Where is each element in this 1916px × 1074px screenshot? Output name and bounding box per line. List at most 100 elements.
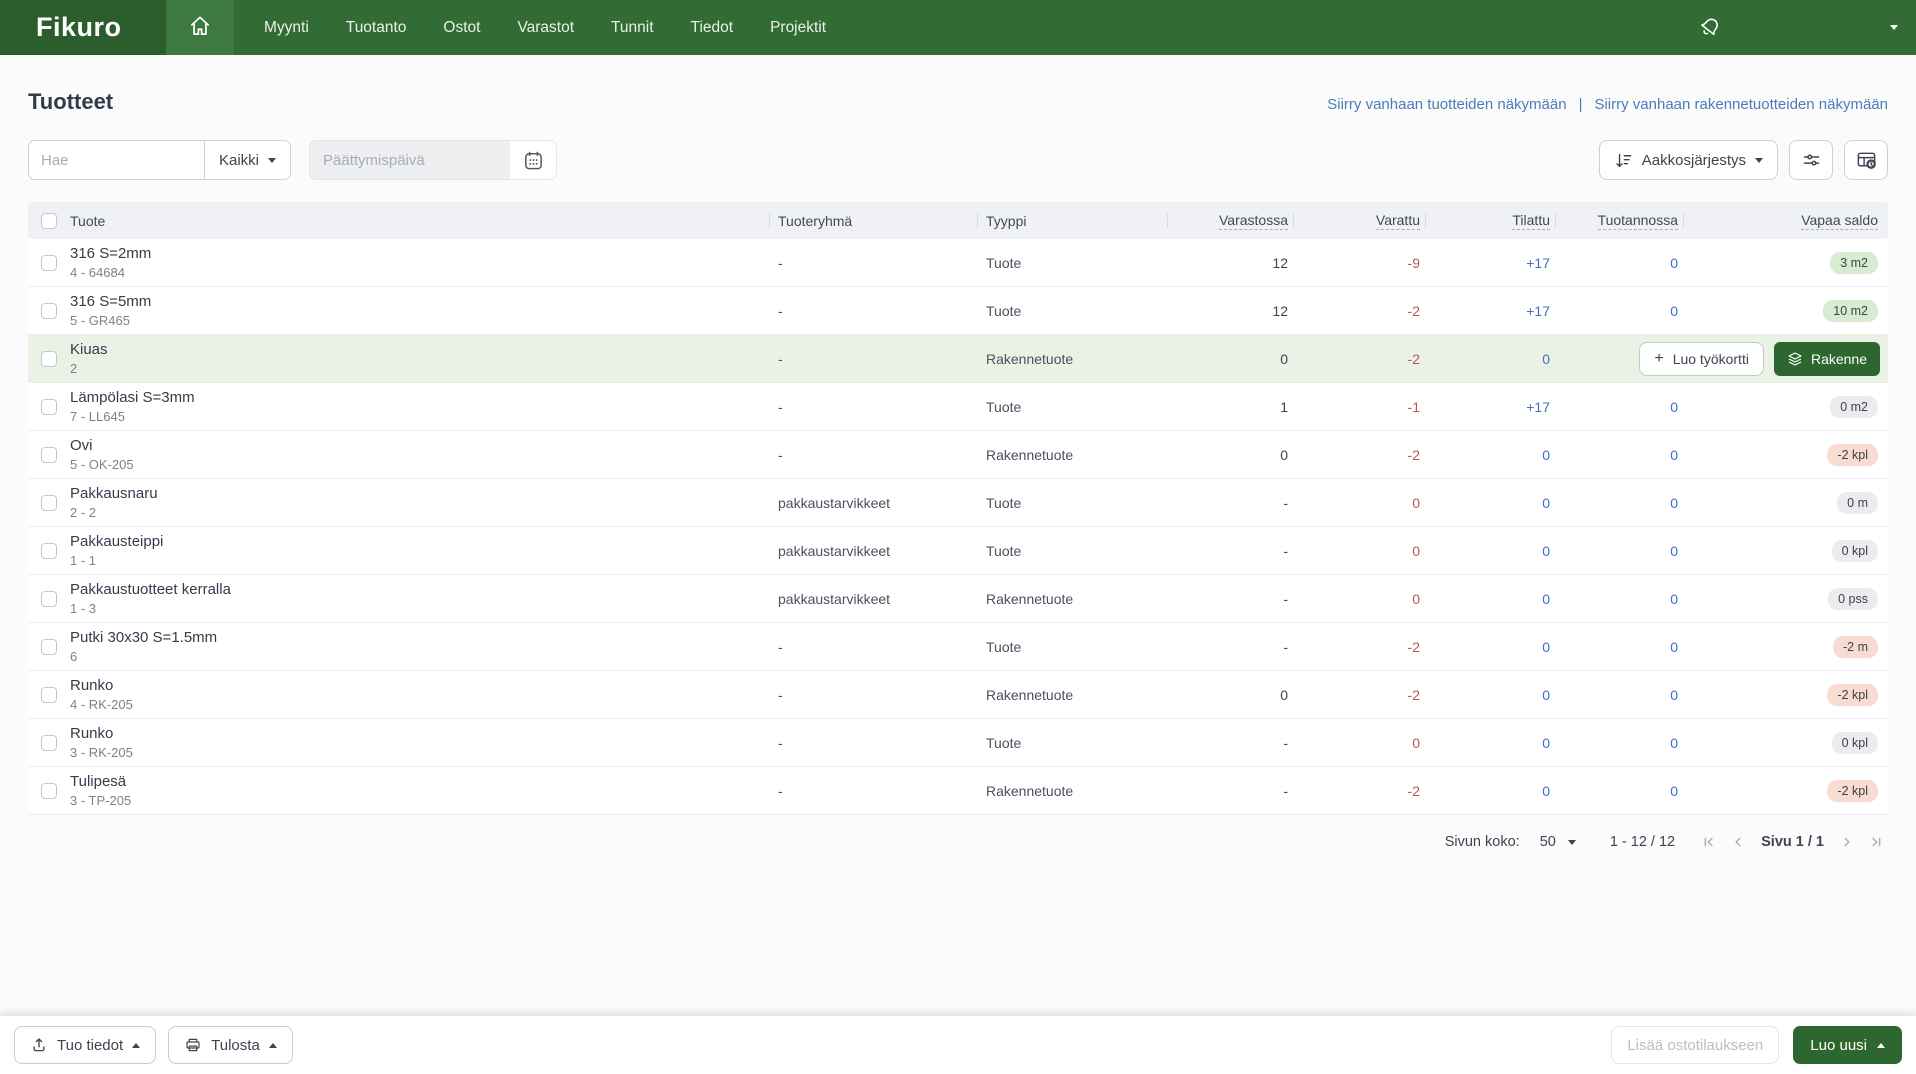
page-size-select[interactable]: 50: [1540, 834, 1576, 850]
product-type: Rakennetuote: [986, 686, 1074, 703]
table-row[interactable]: Pakkausnaru 2 - 2 pakkaustarvikkeet Tuot…: [28, 479, 1888, 527]
in-stock-value: -: [1283, 590, 1288, 607]
link-separator: |: [1578, 96, 1583, 113]
product-name[interactable]: Pakkaustuotteet kerralla: [70, 581, 770, 598]
product-name[interactable]: Kiuas: [70, 341, 770, 358]
sort-dropdown-button[interactable]: Aakkosjärjestys: [1598, 140, 1778, 180]
logo[interactable]: Fikuro: [0, 0, 166, 55]
row-checkbox[interactable]: [41, 638, 57, 655]
free-balance-badge: 0 m2: [1830, 395, 1878, 418]
column-header-ordered[interactable]: Tilattu: [1426, 202, 1556, 239]
table-row[interactable]: Tulipesä 3 - TP-205 - Rakennetuote - -2 …: [28, 767, 1888, 815]
table-row[interactable]: Putki 30x30 S=1.5mm 6 - Tuote - -2 0 0 -…: [28, 623, 1888, 671]
column-header-reserved[interactable]: Varattu: [1294, 202, 1426, 239]
search-input[interactable]: [28, 140, 204, 180]
column-header-group: Tuoteryhmä: [770, 202, 978, 239]
ordered-value: 0: [1542, 350, 1550, 367]
ordered-value: +17: [1526, 398, 1550, 415]
nav-item-varastot[interactable]: Varastot: [517, 19, 574, 37]
product-group: -: [778, 350, 783, 367]
filter-settings-button[interactable]: [1789, 140, 1833, 180]
product-name[interactable]: 316 S=2mm: [70, 245, 770, 262]
nav-item-ostot[interactable]: Ostot: [443, 19, 480, 37]
ordered-value: +17: [1526, 254, 1550, 271]
structure-button[interactable]: Rakenne: [1773, 341, 1880, 376]
table-row[interactable]: Ovi 5 - OK-205 - Rakennetuote 0 -2 0 0 -…: [28, 431, 1888, 479]
row-checkbox[interactable]: [41, 734, 57, 751]
table-row[interactable]: Kiuas 2 - Rakennetuote 0 -2 0 + Luo työk…: [28, 335, 1888, 383]
notifications-button[interactable]: [1697, 15, 1722, 40]
date-filter-group: [309, 140, 558, 180]
nav-item-tunnit[interactable]: Tunnit: [611, 19, 654, 37]
product-name[interactable]: Ovi: [70, 437, 770, 454]
product-name[interactable]: 316 S=5mm: [70, 293, 770, 310]
product-name[interactable]: Tulipesä: [70, 773, 770, 790]
nav-item-tiedot[interactable]: Tiedot: [691, 19, 734, 37]
import-data-button[interactable]: Tuo tiedot: [14, 1026, 157, 1064]
in-stock-value: -: [1283, 782, 1288, 799]
in-production-value: 0: [1670, 638, 1678, 655]
first-page-button[interactable]: [1701, 834, 1717, 850]
filter-type-dropdown[interactable]: Kaikki: [204, 140, 292, 180]
table-row[interactable]: 316 S=5mm 5 - GR465 - Tuote 12 -2 +17 0 …: [28, 287, 1888, 335]
in-production-value: 0: [1670, 494, 1678, 511]
chevron-right-icon: [1839, 834, 1855, 850]
last-page-button[interactable]: [1868, 834, 1884, 850]
row-checkbox[interactable]: [41, 494, 57, 511]
table-row[interactable]: Pakkausteippi 1 - 1 pakkaustarvikkeet Tu…: [28, 527, 1888, 575]
end-date-input[interactable]: [310, 141, 511, 179]
column-header-free-balance[interactable]: Vapaa saldo: [1684, 202, 1888, 239]
legacy-links: Siirry vanhaan tuotteiden näkymään | Sii…: [1327, 96, 1888, 113]
product-code: 3 - TP-205: [70, 793, 132, 808]
table-row[interactable]: Runko 3 - RK-205 - Tuote - 0 0 0 0 kpl: [28, 719, 1888, 767]
user-menu-button[interactable]: [1890, 25, 1898, 30]
create-work-card-button[interactable]: + Luo työkortti: [1639, 341, 1764, 376]
product-name[interactable]: Putki 30x30 S=1.5mm: [70, 629, 770, 646]
column-settings-button[interactable]: [1844, 140, 1888, 180]
nav-item-myynti[interactable]: Myynti: [264, 19, 309, 37]
printer-icon: [184, 1036, 202, 1054]
row-checkbox[interactable]: [41, 590, 57, 607]
row-checkbox[interactable]: [41, 542, 57, 559]
column-header-in-production[interactable]: Tuotannossa: [1556, 202, 1684, 239]
row-checkbox[interactable]: [41, 446, 57, 463]
next-page-button[interactable]: [1839, 834, 1855, 850]
row-checkbox[interactable]: [41, 398, 57, 415]
table-row[interactable]: 316 S=2mm 4 - 64684 - Tuote 12 -9 +17 0 …: [28, 239, 1888, 287]
product-name[interactable]: Pakkausnaru: [70, 485, 770, 502]
product-type: Tuote: [986, 542, 1022, 559]
row-checkbox[interactable]: [41, 302, 57, 319]
create-new-button[interactable]: Luo uusi: [1793, 1026, 1902, 1064]
table-row[interactable]: Lämpölasi S=3mm 7 - LL645 - Tuote 1 -1 +…: [28, 383, 1888, 431]
table-row[interactable]: Runko 4 - RK-205 - Rakennetuote 0 -2 0 0…: [28, 671, 1888, 719]
product-name[interactable]: Pakkausteippi: [70, 533, 770, 550]
product-group: pakkaustarvikkeet: [778, 590, 891, 607]
select-all-checkbox[interactable]: [41, 212, 57, 229]
nav-item-projektit[interactable]: Projektit: [770, 19, 826, 37]
row-checkbox[interactable]: [41, 686, 57, 703]
column-header-in-stock[interactable]: Varastossa: [1168, 202, 1294, 239]
previous-page-button[interactable]: [1730, 834, 1746, 850]
legacy-built-products-link[interactable]: Siirry vanhaan rakennetuotteiden näkymää…: [1594, 96, 1888, 113]
product-group: pakkaustarvikkeet: [778, 542, 891, 559]
product-group: -: [778, 686, 783, 703]
in-production-value: 0: [1670, 398, 1678, 415]
add-to-purchase-order-button[interactable]: Lisää ostotilaukseen: [1611, 1026, 1780, 1064]
row-checkbox[interactable]: [41, 254, 57, 271]
nav-item-tuotanto[interactable]: Tuotanto: [346, 19, 407, 37]
in-production-value: 0: [1670, 734, 1678, 751]
row-checkbox[interactable]: [41, 782, 57, 799]
calendar-button[interactable]: [510, 141, 557, 179]
product-name[interactable]: Lämpölasi S=3mm: [70, 389, 770, 406]
legacy-products-link[interactable]: Siirry vanhaan tuotteiden näkymään: [1327, 96, 1566, 113]
in-stock-value: -: [1283, 494, 1288, 511]
home-button[interactable]: [166, 0, 234, 55]
page-size-label: Sivun koko:: [1444, 834, 1520, 850]
product-name[interactable]: Runko: [70, 677, 770, 694]
print-button[interactable]: Tulosta: [168, 1026, 293, 1064]
table-row[interactable]: Pakkaustuotteet kerralla 1 - 3 pakkausta…: [28, 575, 1888, 623]
in-stock-value: 1: [1280, 398, 1288, 415]
import-data-label: Tuo tiedot: [57, 1036, 124, 1054]
product-name[interactable]: Runko: [70, 725, 770, 742]
row-checkbox[interactable]: [41, 350, 57, 367]
